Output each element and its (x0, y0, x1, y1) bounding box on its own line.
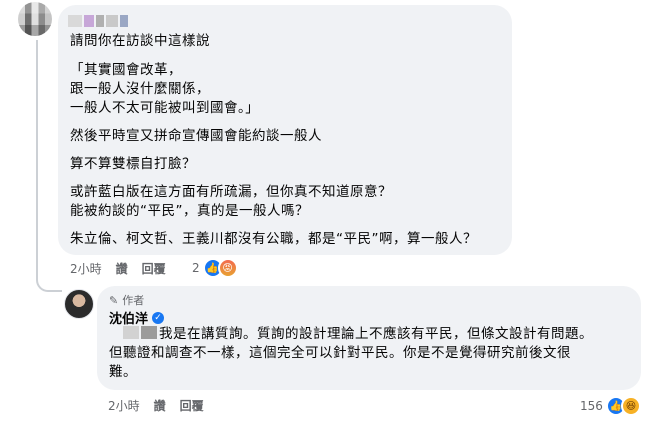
comment-reaction-count: 2 (192, 261, 200, 275)
redacted-mention[interactable] (123, 326, 157, 339)
comment-like-button[interactable]: 讚 (116, 260, 128, 277)
comment-line: 或許藍白版在這方面有所疏漏，但你真不知道原意？ (70, 184, 392, 200)
comment-reply-button[interactable]: 回覆 (142, 260, 166, 277)
reply-reaction-count: 156 (580, 399, 603, 413)
author-avatar[interactable] (64, 289, 94, 319)
reply-timestamp[interactable]: 2小時 (108, 397, 140, 414)
commenter-avatar[interactable] (18, 2, 52, 36)
redacted-commenter-name[interactable] (68, 15, 128, 27)
reply-reply-button[interactable]: 回覆 (180, 397, 204, 414)
comment-line: 朱立倫、柯文哲、王義川都沒有公職，都是“平民”啊，算一般人？ (70, 231, 477, 247)
comment-line: 算不算雙標自打臉？ (70, 156, 196, 172)
haha-icon: 😆 (620, 396, 641, 416)
reply-author[interactable]: 沈伯洋 ✓ (109, 308, 165, 327)
comment-line: 然後平時宣又拼命宣傳國會能約談一般人 (70, 128, 322, 144)
comment-reactions[interactable]: 2 👍 😡 (192, 258, 238, 278)
thread-connector-line (36, 40, 62, 292)
comment-bubble: 請問你在訪談中這樣說 「其實國會改革， 跟一般人沒什麼關係， 一般人不太可能被叫… (58, 5, 512, 255)
comment-line: 能被約談的“平民”，真的是一般人嗎？ (70, 203, 309, 219)
angry-icon: 😡 (217, 258, 238, 278)
reply-actions: 2小時 讚 回覆 (108, 397, 218, 414)
reply-author-name[interactable]: 沈伯洋 (109, 308, 148, 327)
author-tag-label: 作者 (122, 294, 145, 307)
reply-bubble: ✎ 作者 沈伯洋 ✓ 我是在講質詢。質詢的設計理論上不應該有平民，但條文設計有問… (97, 286, 641, 390)
reply-like-button[interactable]: 讚 (154, 397, 166, 414)
comment-line: 「其實國會改革， (70, 62, 182, 78)
verified-badge-icon: ✓ (152, 311, 165, 324)
author-badge: ✎ 作者 (109, 292, 144, 308)
reply-reactions[interactable]: 156 👍 😆 (580, 396, 641, 416)
comment-actions: 2小時 讚 回覆 (70, 260, 180, 277)
reply-line: 但聽證和調查不一樣，這個完全可以針對平民。你是不是覺得研究前後文很 (109, 345, 571, 361)
comment-timestamp[interactable]: 2小時 (70, 260, 102, 277)
pen-icon: ✎ (109, 293, 119, 307)
reply-line: 難。 (109, 364, 137, 380)
comment-line: 請問你在訪談中這樣說 (70, 33, 210, 49)
comment-line: 跟一般人沒什麼關係， (70, 81, 210, 97)
reply-line: 我是在講質詢。質詢的設計理論上不應該有平民，但條文設計有問題。 (159, 326, 593, 342)
comment-line: 一般人不太可能被叫到國會。」 (70, 100, 260, 116)
